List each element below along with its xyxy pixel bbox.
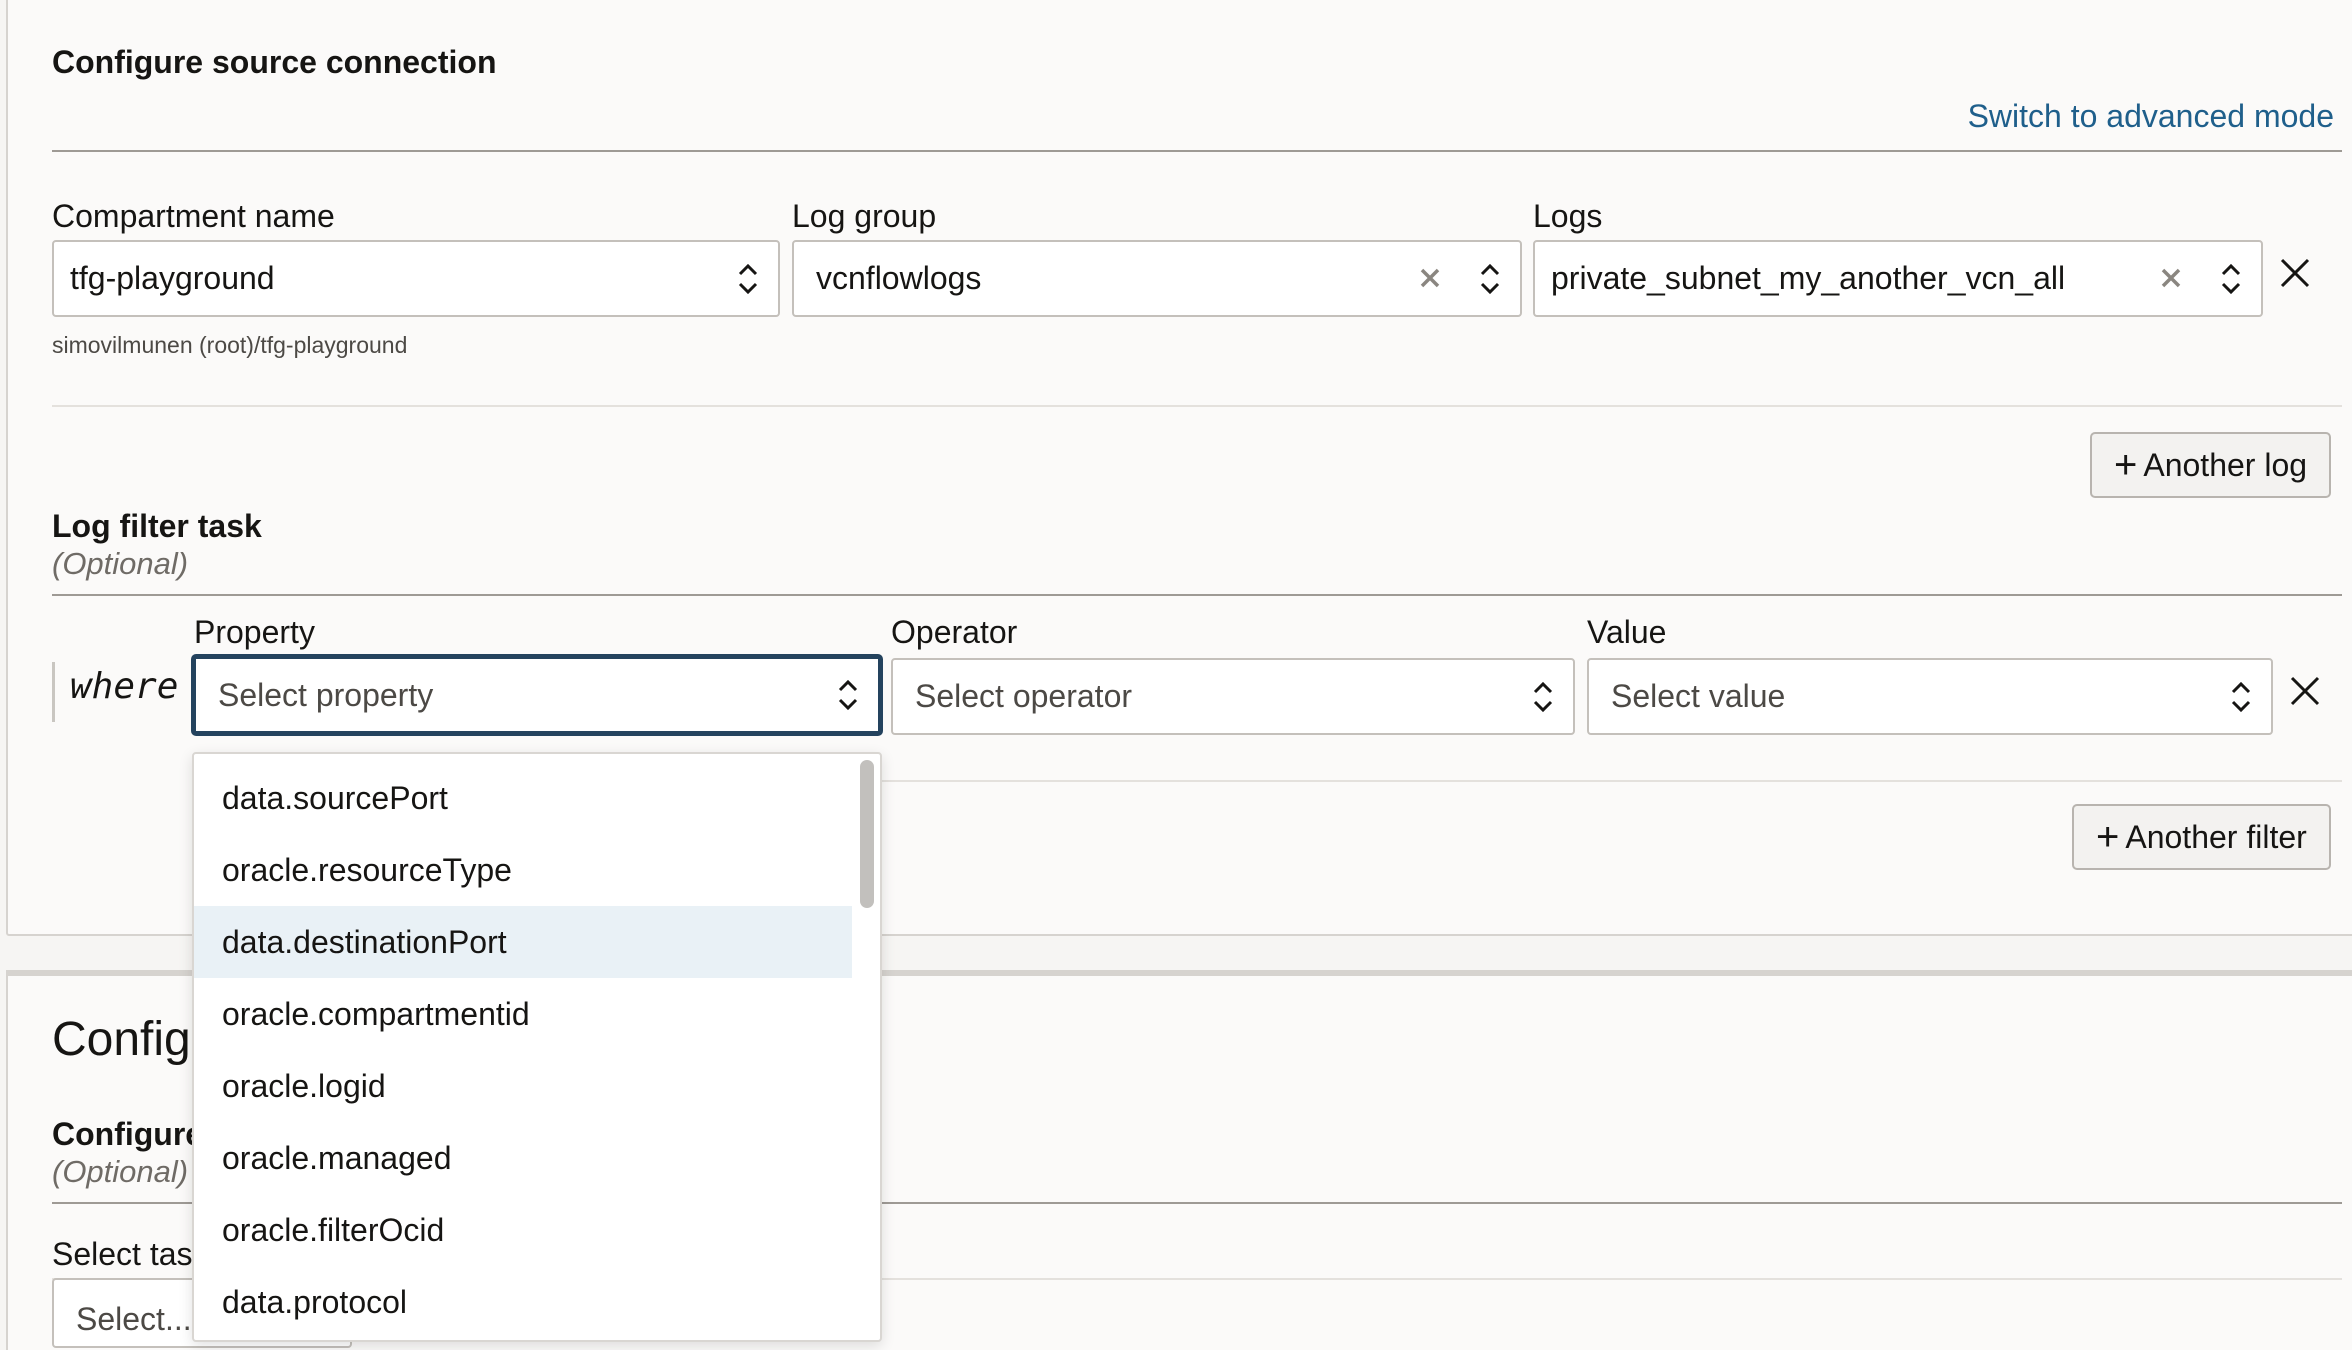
chevron-up-down-icon bbox=[718, 261, 778, 297]
logs-select[interactable]: private_subnet_my_another_vcn_all bbox=[1533, 240, 2263, 317]
section-divider bbox=[52, 150, 2342, 152]
divider bbox=[52, 405, 2342, 407]
compartment-path: simovilmunen (root)/tfg-playground bbox=[52, 332, 408, 358]
another-log-label: Another log bbox=[2143, 446, 2308, 483]
operator-label: Operator bbox=[891, 614, 1018, 650]
close-icon bbox=[2280, 258, 2310, 288]
another-filter-label: Another filter bbox=[2125, 818, 2307, 855]
logs-label: Logs bbox=[1533, 198, 1603, 234]
property-select[interactable]: Select property bbox=[192, 655, 882, 735]
chevron-up-down-icon bbox=[818, 677, 878, 713]
select-task-label: Select task bbox=[52, 1236, 209, 1272]
value-select[interactable]: Select value bbox=[1587, 658, 2273, 735]
another-filter-button[interactable]: + Another filter bbox=[2072, 804, 2331, 870]
remove-filter-button[interactable] bbox=[2290, 676, 2320, 711]
another-log-button[interactable]: + Another log bbox=[2090, 432, 2332, 498]
dropdown-option[interactable]: oracle.resourceType bbox=[194, 834, 852, 906]
remove-log-button[interactable] bbox=[2280, 258, 2310, 293]
value-label: Value bbox=[1587, 614, 1667, 650]
logs-value: private_subnet_my_another_vcn_all bbox=[1551, 260, 2066, 296]
chevron-up-down-icon bbox=[1460, 261, 1520, 297]
close-icon bbox=[2290, 676, 2320, 706]
log-group-value: vcnflowlogs bbox=[816, 260, 982, 296]
where-bar bbox=[52, 662, 55, 722]
operator-placeholder: Select operator bbox=[915, 678, 1133, 714]
compartment-value: tfg-playground bbox=[70, 260, 275, 296]
dropdown-scrollbar-thumb[interactable] bbox=[860, 760, 874, 908]
source-connection-title: Configure source connection bbox=[52, 44, 497, 80]
plus-icon: + bbox=[2114, 443, 2138, 487]
clear-icon[interactable] bbox=[2141, 259, 2201, 298]
dropdown-option[interactable]: data.sourcePort bbox=[194, 762, 852, 834]
dropdown-option[interactable]: oracle.compartmentid bbox=[194, 978, 852, 1050]
operator-select[interactable]: Select operator bbox=[891, 658, 1575, 735]
dropdown-option[interactable]: data.protocol bbox=[194, 1266, 852, 1338]
dropdown-option-highlighted[interactable]: data.destinationPort bbox=[194, 906, 852, 978]
compartment-label: Compartment name bbox=[52, 198, 335, 234]
divider bbox=[880, 780, 2342, 782]
log-filter-optional: (Optional) bbox=[52, 546, 189, 581]
section-divider bbox=[52, 594, 2342, 596]
log-filter-title: Log filter task bbox=[52, 508, 262, 544]
value-placeholder: Select value bbox=[1611, 678, 1786, 714]
dropdown-option[interactable]: oracle.filterOcid bbox=[194, 1194, 852, 1266]
log-group-label: Log group bbox=[792, 198, 937, 234]
property-dropdown-list: data.sourcePort oracle.resourceType data… bbox=[192, 752, 882, 1342]
dropdown-option[interactable]: oracle.logid bbox=[194, 1050, 852, 1122]
chevron-up-down-icon bbox=[2201, 261, 2261, 297]
property-placeholder: Select property bbox=[218, 676, 434, 713]
compartment-select[interactable]: tfg-playground bbox=[52, 240, 780, 317]
tasks-subtitle: Configure bbox=[52, 1116, 204, 1152]
dropdown-option[interactable]: oracle.managed bbox=[194, 1122, 852, 1194]
where-keyword: where bbox=[70, 666, 179, 707]
tasks-optional: (Optional) bbox=[52, 1154, 189, 1189]
plus-icon: + bbox=[2096, 815, 2120, 859]
switch-advanced-mode-link[interactable]: Switch to advanced mode bbox=[1968, 98, 2334, 135]
chevron-up-down-icon bbox=[1513, 679, 1573, 715]
chevron-up-down-icon bbox=[2211, 679, 2271, 715]
property-label: Property bbox=[194, 614, 315, 650]
clear-icon[interactable] bbox=[1400, 259, 1460, 298]
log-group-select[interactable]: vcnflowlogs bbox=[792, 240, 1522, 317]
